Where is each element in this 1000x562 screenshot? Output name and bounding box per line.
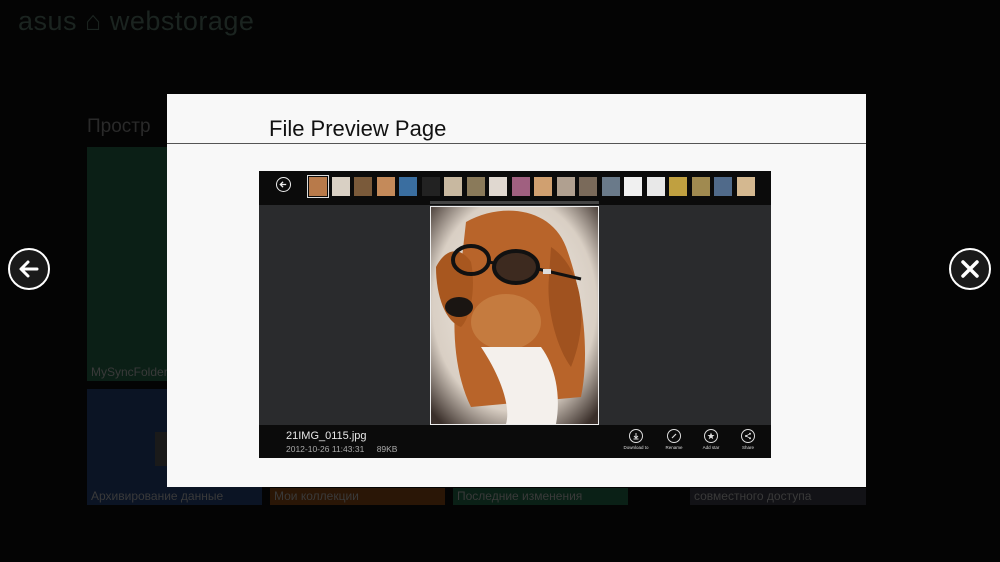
title-divider — [167, 143, 866, 144]
tile-label: Последние изменения — [457, 489, 583, 503]
action-label: Add star — [702, 445, 720, 450]
thumbnail[interactable] — [421, 177, 440, 196]
close-button[interactable] — [949, 248, 991, 290]
action-label: Rename — [665, 445, 683, 450]
file-info-bar: 21IMG_0115.jpg 2012-10-26 11:43:31 89KB … — [259, 425, 771, 458]
share-button[interactable]: Share — [728, 429, 768, 450]
brand-logo: asus ⌂ webstorage — [18, 6, 255, 36]
dog-photo — [431, 207, 598, 424]
thumbnail[interactable] — [736, 177, 755, 196]
thumbnail[interactable] — [691, 177, 710, 196]
download-icon — [633, 433, 639, 440]
tile-label: Мои коллекции — [274, 489, 359, 503]
tile-shared[interactable]: совместного доступа — [690, 488, 866, 505]
tile-collections[interactable]: Мои коллекции — [270, 488, 445, 505]
pencil-icon — [671, 433, 677, 439]
section-title: Простр — [87, 116, 151, 137]
thumbnail[interactable] — [534, 177, 552, 196]
tile-label: MySyncFolder — [91, 365, 168, 379]
action-label: Share — [741, 445, 754, 450]
thumbnail[interactable] — [466, 177, 485, 196]
star-icon — [707, 432, 715, 440]
photo-viewer[interactable] — [430, 206, 599, 425]
thumbnail[interactable] — [579, 177, 597, 196]
thumbnail[interactable] — [376, 177, 395, 196]
thumbnail[interactable] — [489, 177, 507, 196]
thumbnail[interactable] — [354, 177, 372, 196]
thumbnail[interactable] — [624, 177, 642, 196]
prev-button[interactable] — [8, 248, 50, 290]
photo-scrollbar[interactable] — [430, 201, 599, 204]
thumbnail-strip — [259, 171, 771, 205]
folder-icon — [155, 432, 167, 466]
tile-label: Архивирование данные — [91, 489, 224, 503]
tile-recent-changes[interactable]: Последние изменения — [453, 488, 628, 505]
preview-dialog: File Preview Page 21IMG_0115.jpg 2012-10… — [167, 94, 866, 487]
thumbnail[interactable] — [601, 177, 620, 196]
add-star-button[interactable]: Add star — [691, 429, 731, 450]
file-name: 21IMG_0115.jpg — [286, 430, 367, 442]
thumbnail[interactable] — [556, 177, 575, 196]
thumbnail[interactable] — [669, 177, 687, 196]
thumbnail[interactable] — [511, 177, 530, 196]
file-date: 2012-10-26 11:43:31 — [286, 444, 365, 454]
tile-label: совместного доступа — [694, 489, 812, 503]
thumbnail[interactable] — [646, 177, 665, 196]
arrow-left-icon — [19, 260, 39, 278]
file-preview-screenshot: 21IMG_0115.jpg 2012-10-26 11:43:31 89KB … — [259, 171, 771, 458]
download-button[interactable]: Download to — [616, 429, 656, 450]
tile-mysyncfolder[interactable]: MySyncFolder — [87, 147, 168, 381]
thumbnail[interactable] — [307, 175, 329, 198]
arrow-left-icon — [279, 181, 287, 188]
file-meta: 2012-10-26 11:43:31 89KB — [286, 444, 407, 454]
file-size: 89KB — [376, 444, 398, 454]
close-icon — [961, 260, 979, 278]
thumbnail[interactable] — [399, 177, 417, 196]
back-button[interactable] — [276, 177, 291, 192]
thumbnail[interactable] — [444, 177, 462, 196]
share-icon — [745, 432, 751, 440]
dialog-title: File Preview Page — [269, 116, 447, 141]
thumbnail[interactable] — [714, 177, 732, 196]
action-label: Download to — [623, 445, 649, 450]
thumbnail[interactable] — [331, 177, 350, 196]
rename-button[interactable]: Rename — [654, 429, 694, 450]
